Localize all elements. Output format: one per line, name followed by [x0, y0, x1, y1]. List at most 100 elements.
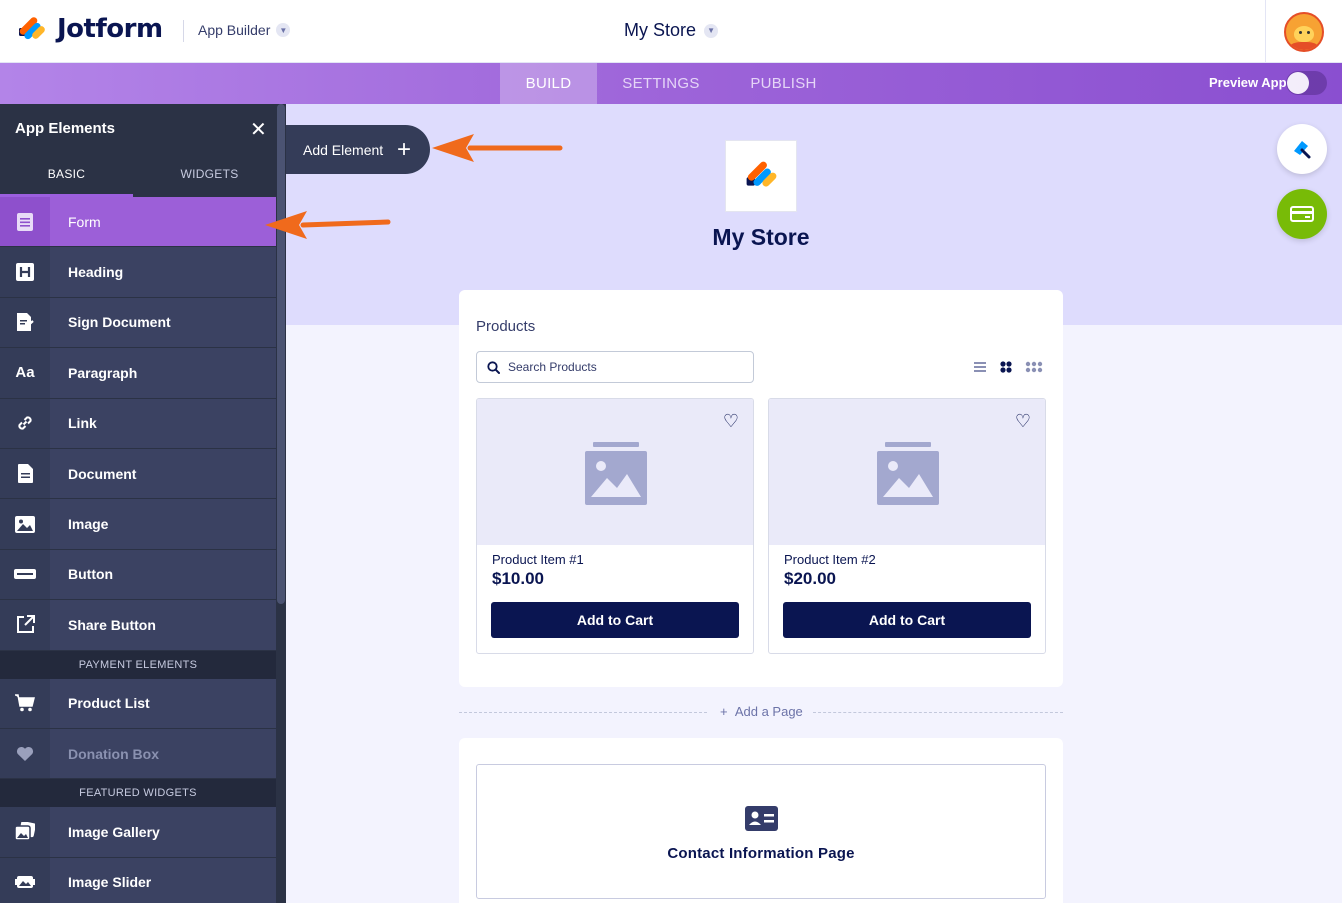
app-name[interactable]: My Store: [600, 224, 922, 251]
image-placeholder-icon: [877, 442, 939, 505]
products-title: Products: [476, 318, 536, 335]
jotform-app-icon: [746, 161, 777, 187]
add-page-divider[interactable]: + Add a Page: [459, 703, 1063, 721]
preview-app-label: Preview App: [1209, 75, 1287, 90]
element-link[interactable]: Link: [0, 398, 276, 449]
top-header: Jotform App Builder ▼ My Store ▼: [0, 0, 1342, 63]
product-price: $10.00: [492, 569, 544, 588]
element-paragraph[interactable]: Aa Paragraph: [0, 348, 276, 399]
tab-basic[interactable]: BASIC: [0, 152, 133, 197]
element-label: Form: [68, 213, 101, 230]
heading-icon: [0, 247, 50, 297]
element-image-gallery[interactable]: Image Gallery: [0, 807, 276, 858]
heart-icon: [0, 728, 50, 779]
element-button[interactable]: Button: [0, 549, 276, 601]
element-label: Donation Box: [68, 745, 159, 762]
element-label: Button: [68, 566, 114, 583]
add-element-button[interactable]: Add Element +: [286, 125, 430, 174]
favorite-heart-icon[interactable]: ♡: [1015, 411, 1031, 432]
element-label: Image Gallery: [68, 823, 160, 840]
products-card[interactable]: Products Search Products ♡ Product Item …: [459, 290, 1063, 687]
tab-build[interactable]: BUILD: [500, 63, 597, 104]
element-label: Heading: [68, 264, 124, 281]
tab-publish[interactable]: PUBLISH: [730, 63, 837, 104]
element-label: Sign Document: [68, 314, 171, 331]
panel-title: App Elements: [15, 120, 116, 137]
paragraph-icon: Aa: [0, 348, 50, 398]
payment-elements-header: PAYMENT ELEMENTS: [0, 650, 276, 679]
product-image-placeholder: [477, 399, 753, 545]
app-builder-label: App Builder: [198, 22, 271, 38]
featured-widgets-header: FEATURED WIDGETS: [0, 779, 276, 808]
element-label: Document: [68, 465, 137, 482]
app-elements-panel: App Elements ✕ BASIC WIDGETS Form Headin…: [0, 104, 286, 903]
product-name: Product Item #1: [492, 552, 584, 567]
builder-nav: BUILD SETTINGS PUBLISH Preview App: [0, 63, 1342, 104]
close-icon[interactable]: ✕: [250, 117, 267, 142]
app-icon[interactable]: [725, 140, 797, 212]
store-title-dropdown[interactable]: My Store ▼: [624, 20, 719, 41]
element-label: Paragraph: [68, 364, 138, 381]
payment-settings-button[interactable]: [1277, 189, 1327, 239]
avatar: [1284, 11, 1324, 52]
image-slider-icon: [0, 857, 50, 903]
image-icon: [0, 499, 50, 549]
plus-icon: +: [397, 136, 412, 163]
document-icon: [0, 448, 50, 499]
chevron-down-icon: ▼: [276, 23, 291, 37]
add-page-label: Add a Page: [734, 704, 803, 719]
chevron-down-icon: ▼: [704, 23, 719, 38]
contact-page-label: Contact Information Page: [667, 845, 855, 862]
element-label: Link: [68, 415, 97, 432]
tab-widgets[interactable]: WIDGETS: [143, 152, 276, 197]
product-card[interactable]: ♡ Product Item #2 $20.00 Add to Cart: [768, 398, 1046, 654]
element-product-list[interactable]: Product List: [0, 678, 276, 729]
product-card[interactable]: ♡ Product Item #1 $10.00 Add to Cart: [476, 398, 754, 654]
image-gallery-icon: [0, 807, 50, 857]
search-input[interactable]: Search Products: [476, 351, 754, 383]
add-page-link[interactable]: + Add a Page: [720, 704, 803, 719]
tab-settings[interactable]: SETTINGS: [604, 63, 718, 104]
contact-page-tile[interactable]: Contact Information Page: [476, 764, 1046, 899]
element-share-button[interactable]: Share Button: [0, 600, 276, 651]
image-placeholder-icon: [585, 442, 647, 505]
element-document[interactable]: Document: [0, 448, 276, 500]
panel-tabs: BASIC WIDGETS: [0, 152, 276, 197]
element-image-slider[interactable]: Image Slider: [0, 857, 276, 903]
elements-list: Form Heading Sign Document Aa Paragraph …: [0, 197, 276, 903]
account-menu[interactable]: [1265, 0, 1342, 63]
element-sign-document[interactable]: Sign Document: [0, 297, 276, 349]
jotform-logo[interactable]: Jotform: [17, 14, 163, 44]
compact-grid-view-icon[interactable]: [1025, 360, 1043, 374]
contact-page-card[interactable]: Contact Information Page: [459, 738, 1063, 903]
jotform-logo-icon: [19, 17, 45, 40]
element-image[interactable]: Image: [0, 499, 276, 550]
view-switcher: [973, 360, 1043, 374]
element-label: Image: [68, 516, 109, 533]
element-heading[interactable]: Heading: [0, 247, 276, 298]
grid-view-icon[interactable]: [999, 360, 1013, 374]
element-label: Image Slider: [68, 874, 152, 891]
add-to-cart-button[interactable]: Add to Cart: [491, 602, 739, 638]
app-designer-button[interactable]: [1277, 124, 1327, 174]
credit-card-icon: [1290, 206, 1314, 222]
product-image-placeholder: [769, 399, 1045, 545]
paint-roller-icon: [1294, 141, 1311, 159]
panel-header: App Elements ✕: [0, 104, 286, 152]
search-placeholder: Search Products: [508, 360, 597, 374]
contact-card-icon: [745, 806, 778, 831]
app-builder-dropdown[interactable]: App Builder ▼: [198, 22, 291, 38]
element-form[interactable]: Form: [0, 197, 276, 248]
product-name: Product Item #2: [784, 552, 876, 567]
list-view-icon[interactable]: [973, 360, 987, 374]
preview-app-toggle[interactable]: [1286, 71, 1327, 95]
annotation-arrow: [265, 211, 391, 239]
element-donation-box[interactable]: Donation Box: [0, 728, 276, 780]
brand-name: Jotform: [57, 14, 163, 44]
cart-icon: [0, 678, 50, 728]
store-title: My Store: [624, 20, 697, 40]
add-to-cart-button[interactable]: Add to Cart: [783, 602, 1031, 638]
sign-document-icon: [0, 297, 50, 348]
favorite-heart-icon[interactable]: ♡: [723, 411, 739, 432]
plus-icon: +: [720, 704, 735, 719]
